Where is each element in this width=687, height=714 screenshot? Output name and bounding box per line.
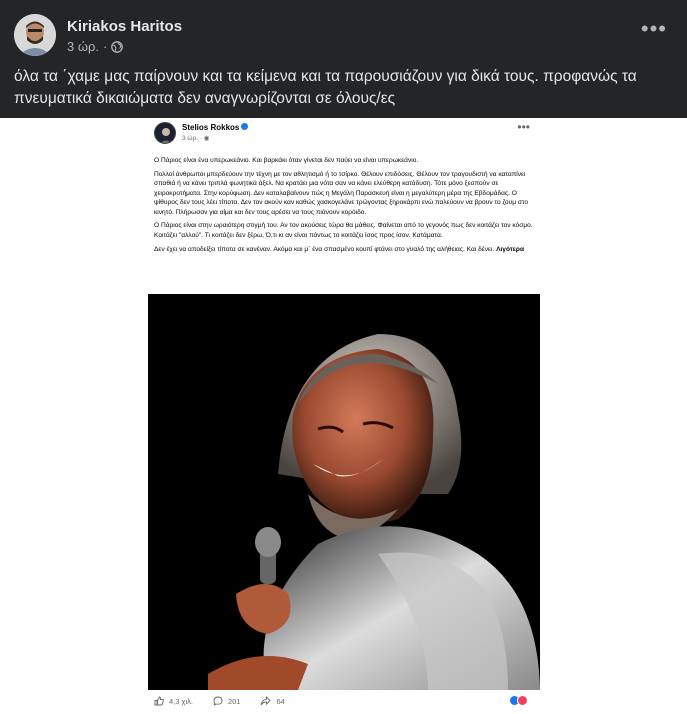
shared-post-header: Stelios Rokkos 3 ώρ. · ◉ •••: [154, 120, 534, 148]
meta-separator: ·: [103, 39, 108, 54]
more-options-icon[interactable]: •••: [641, 18, 667, 40]
verified-badge-icon: [241, 123, 249, 130]
shared-paragraph-2: Πολλοί άνθρωποι μπερδεύουν την τέχνη με …: [154, 170, 529, 216]
love-reaction-icon: [517, 695, 528, 706]
shared-last-paragraph: Δεν έχει να αποδείξει τίποτα σε κανέναν.…: [154, 245, 495, 253]
likes-stat: 4,3 χιλ.: [154, 696, 193, 706]
comment-icon: [213, 696, 223, 706]
shared-post-meta: 3 ώρ. · ◉: [182, 134, 209, 142]
shared-post-body: Ο Πάριος είναι ένα υπερωκεάνιο. Και βαρκ…: [154, 156, 536, 259]
shared-paragraph-4: Δεν έχει να αποδείξει τίποτα σε κανέναν.…: [154, 245, 536, 254]
share-icon: [261, 696, 272, 706]
author-avatar[interactable]: [14, 14, 56, 56]
comments-stat: 201: [213, 696, 241, 706]
likes-count: 4,3 χιλ.: [169, 696, 193, 706]
shared-meta-separator: ·: [199, 135, 202, 142]
shared-author-avatar: [154, 122, 176, 144]
post-time[interactable]: 3 ώρ.: [67, 39, 99, 54]
shared-paragraph-1: Ο Πάριος είναι ένα υπερωκεάνιο. Και βαρκ…: [154, 157, 419, 164]
thumbs-up-icon: [154, 696, 164, 706]
globe-icon[interactable]: [111, 40, 124, 53]
post-header: Kiriakos Haritos 3 ώρ. · •••: [14, 14, 673, 58]
shared-paragraph-3: Ο Πάριος είναι στην ωραιότερη στιγμή του…: [154, 222, 533, 239]
see-less-link: Λιγότερα: [496, 245, 525, 253]
shared-more-options-icon: •••: [517, 120, 530, 134]
shares-count: 64: [276, 696, 285, 706]
author-name[interactable]: Kiriakos Haritos: [67, 18, 182, 35]
post-text: όλα τα ΄χαμε μας παίρνουν και τα κείμενα…: [14, 68, 637, 107]
shared-author-name: Stelios Rokkos: [182, 123, 249, 132]
shared-post-footer: 4,3 χιλ. 201 64: [154, 692, 534, 710]
shares-stat: 64: [260, 696, 285, 706]
shared-post-screenshot: Stelios Rokkos 3 ώρ. · ◉ ••• Ο Πάριος εί…: [146, 118, 542, 714]
singer-photo: [148, 294, 540, 690]
shared-post-time: 3 ώρ.: [182, 135, 198, 142]
shared-image[interactable]: Stelios Rokkos 3 ώρ. · ◉ ••• Ο Πάριος εί…: [0, 118, 687, 714]
post-meta: 3 ώρ. ·: [67, 39, 124, 54]
comments-count: 201: [227, 696, 241, 706]
reactions-summary: [509, 695, 528, 706]
shared-globe-icon: ◉: [203, 135, 210, 142]
